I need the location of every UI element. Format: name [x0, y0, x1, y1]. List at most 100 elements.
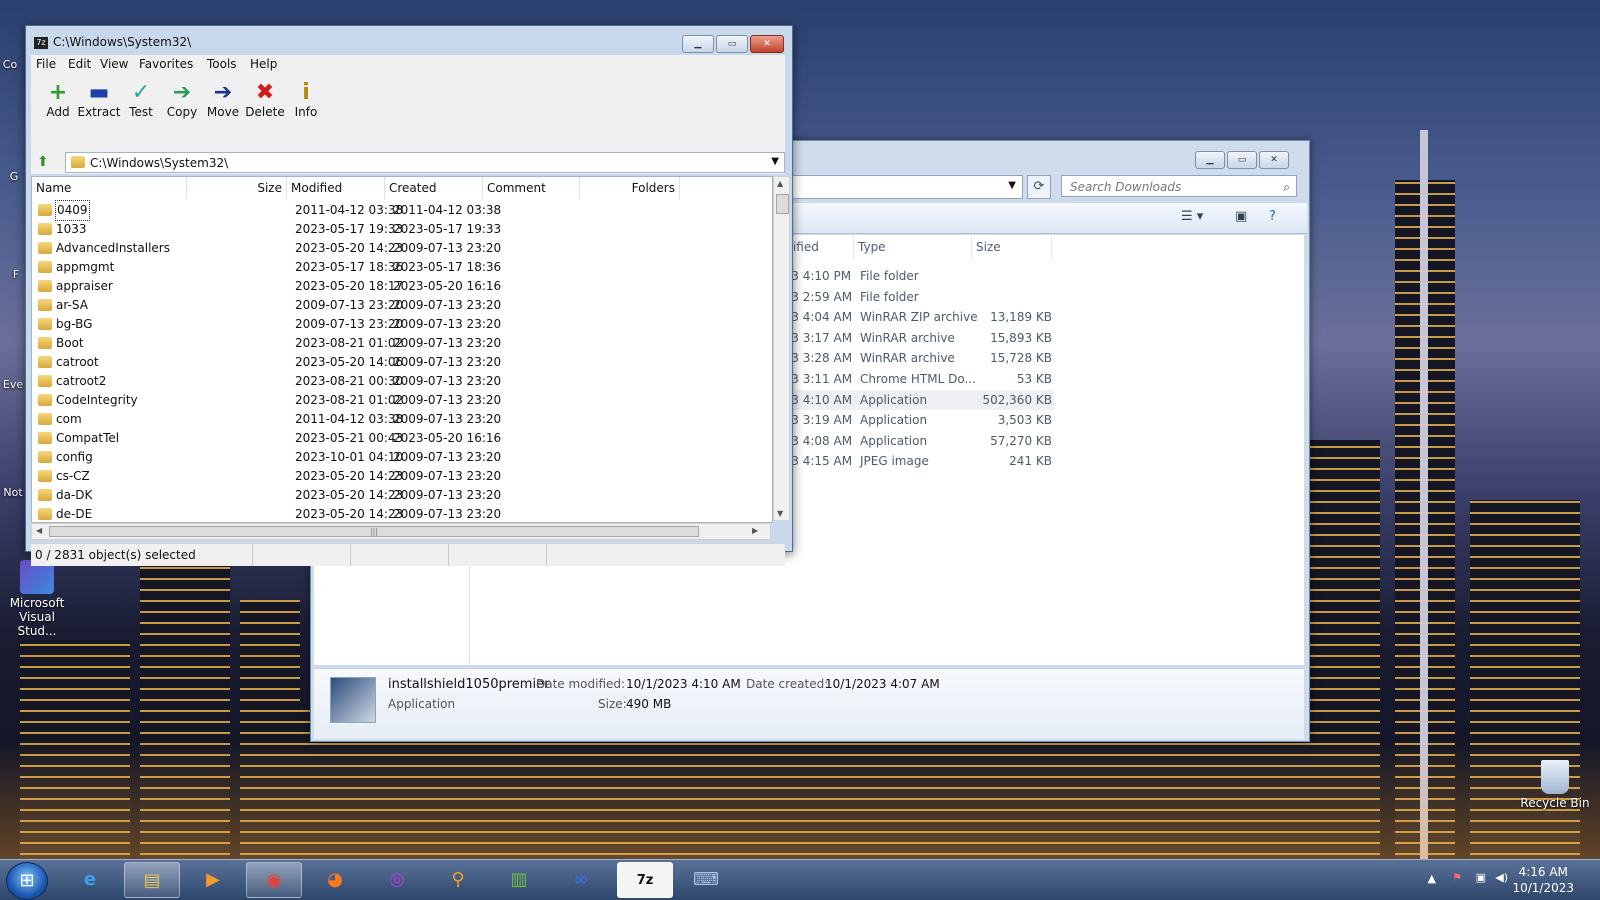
desktop-icon-recycle-bin[interactable]: Recycle Bin: [1518, 760, 1592, 810]
close-button[interactable]: ✕: [1259, 151, 1289, 169]
menu-help[interactable]: Help: [250, 57, 277, 71]
volume-icon[interactable]: ◀): [1495, 871, 1508, 884]
mask-app-icon[interactable]: ◎: [369, 862, 425, 898]
column-header-name[interactable]: Name: [32, 177, 187, 199]
column-header-size[interactable]: Size: [187, 177, 287, 199]
menu-favorites[interactable]: Favorites: [139, 57, 193, 71]
file-row[interactable]: de-DE 2023-05-20 14:23 2009-07-13 23:20: [32, 505, 772, 522]
search-input[interactable]: Search Downloads ⌕: [1061, 175, 1297, 197]
path-input[interactable]: C:\Windows\System32\ ▼: [65, 152, 785, 173]
desktop-edge-label[interactable]: Not: [0, 486, 26, 499]
delete-button[interactable]: ✖ Delete: [243, 81, 287, 120]
chevron-down-icon[interactable]: ▼: [771, 156, 779, 167]
file-row[interactable]: com 2011-04-12 03:38 2009-07-13 23:20: [32, 410, 772, 429]
column-header-size[interactable]: Size: [972, 235, 1052, 259]
horizontal-scrollbar[interactable]: ◀ ||| ▶: [31, 523, 771, 540]
info-button[interactable]: i Info: [284, 81, 328, 120]
help-icon[interactable]: ?: [1269, 209, 1276, 224]
desktop-icon-visual-studio[interactable]: Microsoft Visual Stud...: [0, 560, 74, 638]
close-button[interactable]: ✕: [750, 35, 784, 53]
file-row[interactable]: AdvancedInstallers 2023-05-20 14:23 2009-0…: [32, 239, 772, 258]
move-button[interactable]: ➔ Move: [201, 81, 245, 120]
file-row[interactable]: 1033 2023-05-17 19:33 2023-05-17 19:33: [32, 220, 772, 239]
keyboard-app-icon[interactable]: ⌨: [678, 862, 734, 898]
up-folder-icon[interactable]: ⬆: [37, 154, 49, 170]
extract-button[interactable]: ▬ Extract: [77, 81, 121, 120]
column-header-comment[interactable]: Comment: [483, 177, 580, 199]
7zip-window[interactable]: 7z C:\Windows\System32\ ▁ ▭ ✕ File Edit V…: [25, 25, 793, 566]
column-header-type[interactable]: Type: [854, 235, 972, 259]
start-button[interactable]: ⊞: [6, 862, 48, 900]
file-row[interactable]: 0409 2011-04-12 03:38 2011-04-12 03:38: [32, 200, 772, 221]
file-row[interactable]: config 2023-10-01 04:10 2009-07-13 23:20: [32, 448, 772, 467]
explorer-icon[interactable]: ▤: [124, 862, 180, 898]
preview-pane-icon[interactable]: ▣: [1235, 209, 1247, 224]
view-options-icon[interactable]: ☰ ▾: [1181, 209, 1203, 224]
column-header-folders[interactable]: Folders: [580, 177, 680, 199]
file-list[interactable]: Name Size Modified Created Comment Folde…: [31, 176, 773, 523]
column-header-created[interactable]: Created: [385, 177, 483, 199]
file-row[interactable]: da-DK 2023-05-20 14:23 2009-07-13 23:20: [32, 486, 772, 505]
maximize-button[interactable]: ▭: [716, 35, 748, 53]
explorer-file-type: WinRAR ZIP archive: [860, 310, 978, 325]
desktop-edge-label[interactable]: F: [6, 268, 26, 281]
firefox-icon[interactable]: ◕: [307, 862, 363, 898]
infinity-app-icon[interactable]: ∞: [553, 862, 609, 898]
network-icon[interactable]: ▣: [1476, 871, 1486, 884]
scroll-up-arrow-icon[interactable]: ▲: [777, 179, 783, 188]
desktop-edge-label[interactable]: G: [4, 170, 24, 183]
file-row[interactable]: Boot 2023-08-21 01:02 2009-07-13 23:20: [32, 334, 772, 353]
tray-overflow-icon[interactable]: ▲: [1428, 872, 1436, 885]
ie-icon[interactable]: e: [62, 862, 118, 898]
add-button[interactable]: + Add: [36, 81, 80, 120]
chrome-icon[interactable]: ◉: [246, 862, 302, 898]
file-row[interactable]: appmgmt 2023-05-17 18:36 2023-05-17 18:36: [32, 258, 772, 277]
refresh-button[interactable]: ⟳: [1027, 175, 1051, 199]
search-tool-icon[interactable]: ⚲: [430, 862, 486, 898]
file-created: 2009-07-13 23:20: [393, 374, 502, 388]
file-row[interactable]: catroot 2023-05-20 14:06 2009-07-13 23:20: [32, 353, 772, 372]
menu-view[interactable]: View: [100, 57, 128, 71]
toolbar-button-label: Info: [294, 105, 318, 119]
file-row[interactable]: bg-BG 2009-07-13 23:20 2009-07-13 23:20: [32, 315, 772, 334]
file-row[interactable]: CodeIntegrity 2023-08-21 01:02 2009-07-13 …: [32, 391, 772, 410]
file-row[interactable]: ar-SA 2009-07-13 23:20 2009-07-13 23:20: [32, 296, 772, 315]
desktop-edge-label[interactable]: Eve: [0, 378, 26, 391]
action-center-icon[interactable]: ⚑: [1452, 871, 1462, 884]
scrollbar-thumb[interactable]: |||: [49, 526, 699, 537]
chart-app-icon[interactable]: ▥: [491, 862, 547, 898]
details-file-name: installshield1050premier: [388, 677, 550, 692]
file-created: 2009-07-13 23:20: [393, 336, 502, 350]
scroll-right-arrow-icon[interactable]: ▶: [752, 526, 758, 535]
maximize-button[interactable]: ▭: [1227, 151, 1257, 169]
file-row[interactable]: appraiser 2023-05-20 18:17 2023-05-20 16:1…: [32, 277, 772, 296]
test-button[interactable]: ✓ Test: [119, 81, 163, 120]
scrollbar-thumb[interactable]: [776, 194, 789, 214]
details-date-modified: 10/1/2023 4:10 AM: [626, 677, 741, 691]
minimize-button[interactable]: ▁: [682, 35, 714, 53]
vertical-scrollbar[interactable]: ▲ ▼: [773, 176, 790, 521]
explorer-window-controls: ▁ ▭ ✕: [1195, 151, 1289, 169]
copy-button[interactable]: ➔ Copy: [160, 81, 204, 120]
scroll-left-arrow-icon[interactable]: ◀: [36, 526, 42, 535]
file-name: AdvancedInstallers: [56, 241, 170, 255]
file-row[interactable]: catroot2 2023-08-21 00:30 2009-07-13 23:20: [32, 372, 772, 391]
7zip-icon[interactable]: 7z: [617, 862, 673, 898]
menu-file[interactable]: File: [36, 57, 56, 71]
minimize-button[interactable]: ▁: [1195, 151, 1225, 169]
folder-icon: [38, 299, 52, 311]
menu-tools[interactable]: Tools: [207, 57, 237, 71]
taskbar: ⊞ e ▤ ▶ ◉ ◕ ◎ ⚲ ▥ ∞ 7z ⌨ ▲ ⚑ ▣ ◀) 4:16 AM 10/1/202…: [0, 859, 1600, 900]
menu-edit[interactable]: Edit: [68, 57, 91, 71]
file-row[interactable]: CompatTel 2023-05-21 00:43 2023-05-20 16:1…: [32, 429, 772, 448]
file-row[interactable]: cs-CZ 2023-05-20 14:23 2009-07-13 23:20: [32, 467, 772, 486]
file-modified: 2009-07-13 23:20: [295, 298, 404, 312]
clock[interactable]: 4:16 AM 10/1/2023: [1512, 864, 1574, 896]
search-icon[interactable]: ⌕: [1283, 176, 1290, 198]
media-player-icon[interactable]: ▶: [185, 862, 241, 898]
column-header-modified[interactable]: Modified: [287, 177, 385, 199]
chevron-down-icon[interactable]: ▼: [1008, 180, 1016, 191]
scroll-down-arrow-icon[interactable]: ▼: [777, 509, 783, 518]
folder-icon: [38, 413, 52, 425]
desktop-edge-label[interactable]: Co: [0, 58, 20, 71]
